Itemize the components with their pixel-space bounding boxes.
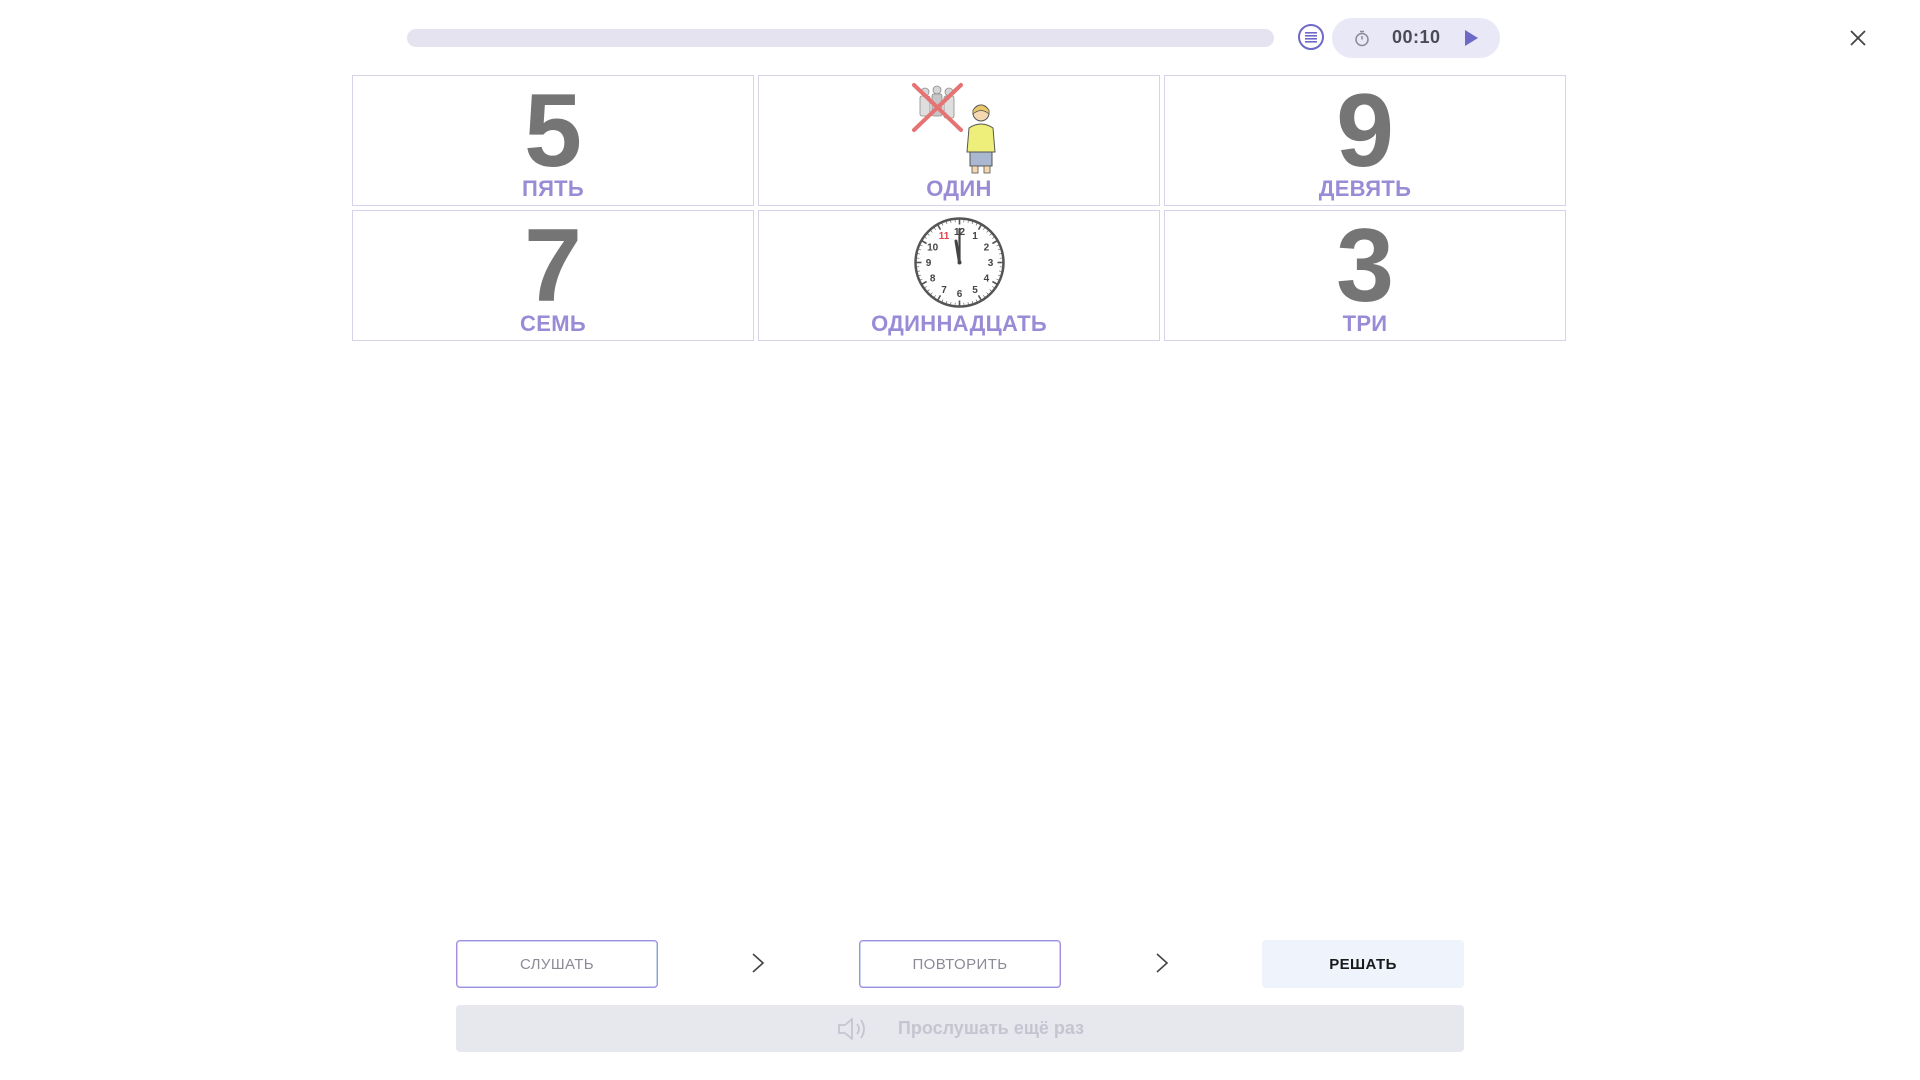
- speaker-icon: [836, 1017, 868, 1041]
- card-digit: 7: [524, 207, 582, 324]
- card-three[interactable]: 3 ТРИ: [1164, 210, 1566, 341]
- clock-numeral: 4: [983, 274, 989, 285]
- card-label: ОДИННАДЦАТЬ: [871, 311, 1047, 336]
- card-label: ПЯТЬ: [521, 176, 585, 201]
- replay-button[interactable]: Прослушать ещё раз: [456, 1005, 1464, 1052]
- timer: 00:10: [1332, 18, 1500, 58]
- clock-numeral: 3: [987, 258, 993, 269]
- clock-icon: 121234567891011: [913, 217, 1005, 308]
- replay-label: Прослушать ещё раз: [897, 1018, 1085, 1038]
- repeat-button[interactable]: ПОВТОРИТЬ: [859, 940, 1061, 988]
- chevron-right-icon: [752, 953, 765, 973]
- card-digit: 3: [1336, 207, 1394, 324]
- card-seven[interactable]: 7 СЕМЬ: [352, 210, 754, 341]
- one-person-icon: [912, 83, 996, 174]
- close-icon[interactable]: [1844, 24, 1872, 52]
- clock-numeral: 2: [983, 243, 989, 254]
- list-icon: [1305, 32, 1317, 43]
- list-button[interactable]: [1298, 24, 1324, 50]
- card-nine[interactable]: 9 ДЕВЯТЬ: [1164, 75, 1566, 206]
- card-label: ДЕВЯТЬ: [1318, 176, 1412, 201]
- card-eleven[interactable]: 121234567891011 ОДИННАДЦАТЬ: [758, 210, 1160, 341]
- timer-value: 00:10: [1392, 27, 1441, 47]
- chevron-right-icon: [1156, 953, 1169, 973]
- card-digit: 5: [524, 72, 582, 189]
- clock-numeral: 5: [972, 285, 978, 296]
- solve-button[interactable]: РЕШАТЬ: [1262, 940, 1464, 988]
- clock-numeral: 10: [927, 243, 939, 254]
- card-five[interactable]: 5 ПЯТЬ: [352, 75, 754, 206]
- listen-button[interactable]: СЛУШАТЬ: [456, 940, 658, 988]
- card-label: ТРИ: [1342, 311, 1388, 336]
- card-label: СЕМЬ: [520, 311, 586, 336]
- answer-grid: 5 ПЯТЬ ОДИН 9 ДЕВЯТЬ 7 СЕМЬ 1 2 3 4 5 6 …: [352, 75, 1568, 341]
- exercise-screen: 00:10 5 ПЯТЬ ОДИН 9 ДЕВЯТЬ 7 СЕМЬ 1 2 3 …: [0, 0, 1920, 1080]
- card-digit: 9: [1336, 72, 1394, 189]
- card-label: ОДИН: [926, 176, 992, 201]
- clock-numeral: 11: [938, 231, 949, 242]
- play-icon[interactable]: [1462, 28, 1480, 48]
- clock-numeral: 7: [941, 285, 947, 296]
- clock-numeral: 1: [972, 231, 978, 242]
- clock-numeral: 8: [929, 274, 935, 285]
- clock-numeral: 9: [925, 258, 931, 269]
- progress-bar: [407, 29, 1274, 47]
- card-one[interactable]: ОДИН: [758, 75, 1160, 206]
- stopwatch-icon: [1355, 30, 1369, 47]
- clock-numeral: 6: [956, 289, 962, 300]
